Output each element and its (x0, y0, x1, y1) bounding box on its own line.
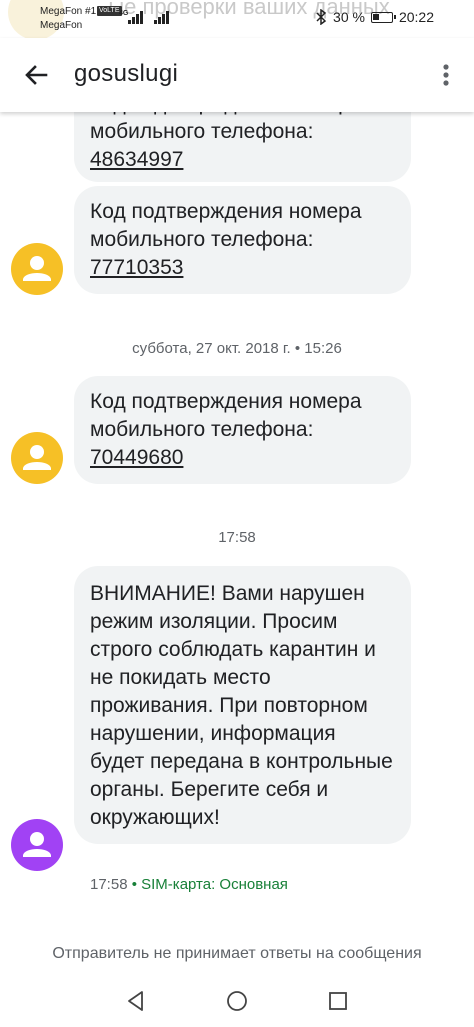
triangle-back-icon[interactable] (124, 989, 148, 1013)
message-bubble[interactable]: ВНИМАНИЕ! Вами нарушен режим изоляции. П… (74, 566, 411, 844)
sender-avatar[interactable] (11, 432, 63, 484)
message-bubble[interactable]: Код подтверждения номера мобильного теле… (74, 376, 411, 484)
message-text: ВНИМАНИЕ! Вами нарушен режим изоляции. П… (90, 582, 393, 829)
clock: 20:22 (398, 9, 434, 25)
conversation-title: gosuslugi (74, 60, 179, 87)
circle-home-icon[interactable] (225, 989, 249, 1013)
system-nav-bar (0, 975, 474, 1027)
date-separator: суббота, 27 окт. 2018 г. • 15:26 (132, 340, 342, 357)
no-reply-note: Отправитель не принимает ответы на сообщ… (52, 945, 422, 962)
message-time: 17:58 (90, 876, 128, 893)
conversation-thread[interactable]: Код подтверждения номера мобильного теле… (0, 0, 474, 1027)
message-code-link[interactable]: 70449680 (90, 446, 183, 469)
more-vert-icon[interactable] (434, 58, 458, 92)
message-code-link[interactable]: 77710353 (90, 256, 183, 279)
person-icon (11, 243, 63, 295)
person-icon (11, 819, 63, 871)
battery-percent: 30 % (333, 9, 365, 25)
battery-icon (370, 11, 396, 23)
arrow-left-icon[interactable] (20, 58, 54, 92)
network-type: 4G (119, 10, 129, 17)
message-meta: 17:58 • SIM-карта: Основная (90, 876, 288, 893)
signal-icon (154, 11, 169, 24)
signal-icon (128, 11, 143, 24)
status-bar: ...ые проверки ваших данных MegaFon #1 V… (0, 0, 474, 40)
carrier-name-2: MegaFon (40, 20, 83, 31)
message-code-link[interactable]: 48634997 (90, 148, 183, 171)
message-text: Код подтверждения номера мобильного теле… (90, 200, 362, 251)
message-bubble[interactable]: Код подтверждения номера мобильного теле… (74, 186, 411, 294)
sender-avatar[interactable] (11, 819, 63, 871)
square-recents-icon[interactable] (326, 989, 350, 1013)
message-text: Код подтверждения номера мобильного теле… (90, 390, 362, 441)
bluetooth-icon (316, 9, 327, 25)
app-bar: gosuslugi (0, 38, 474, 112)
volte-badge: VoLTE (97, 6, 122, 16)
sim-label: • SIM-карта: Основная (127, 876, 288, 893)
status-right: 30 % 20:22 (315, 9, 434, 25)
sender-avatar[interactable] (11, 243, 63, 295)
person-icon (11, 432, 63, 484)
time-separator: 17:58 (218, 529, 256, 546)
carrier-name-1: MegaFon #1 (40, 6, 97, 17)
